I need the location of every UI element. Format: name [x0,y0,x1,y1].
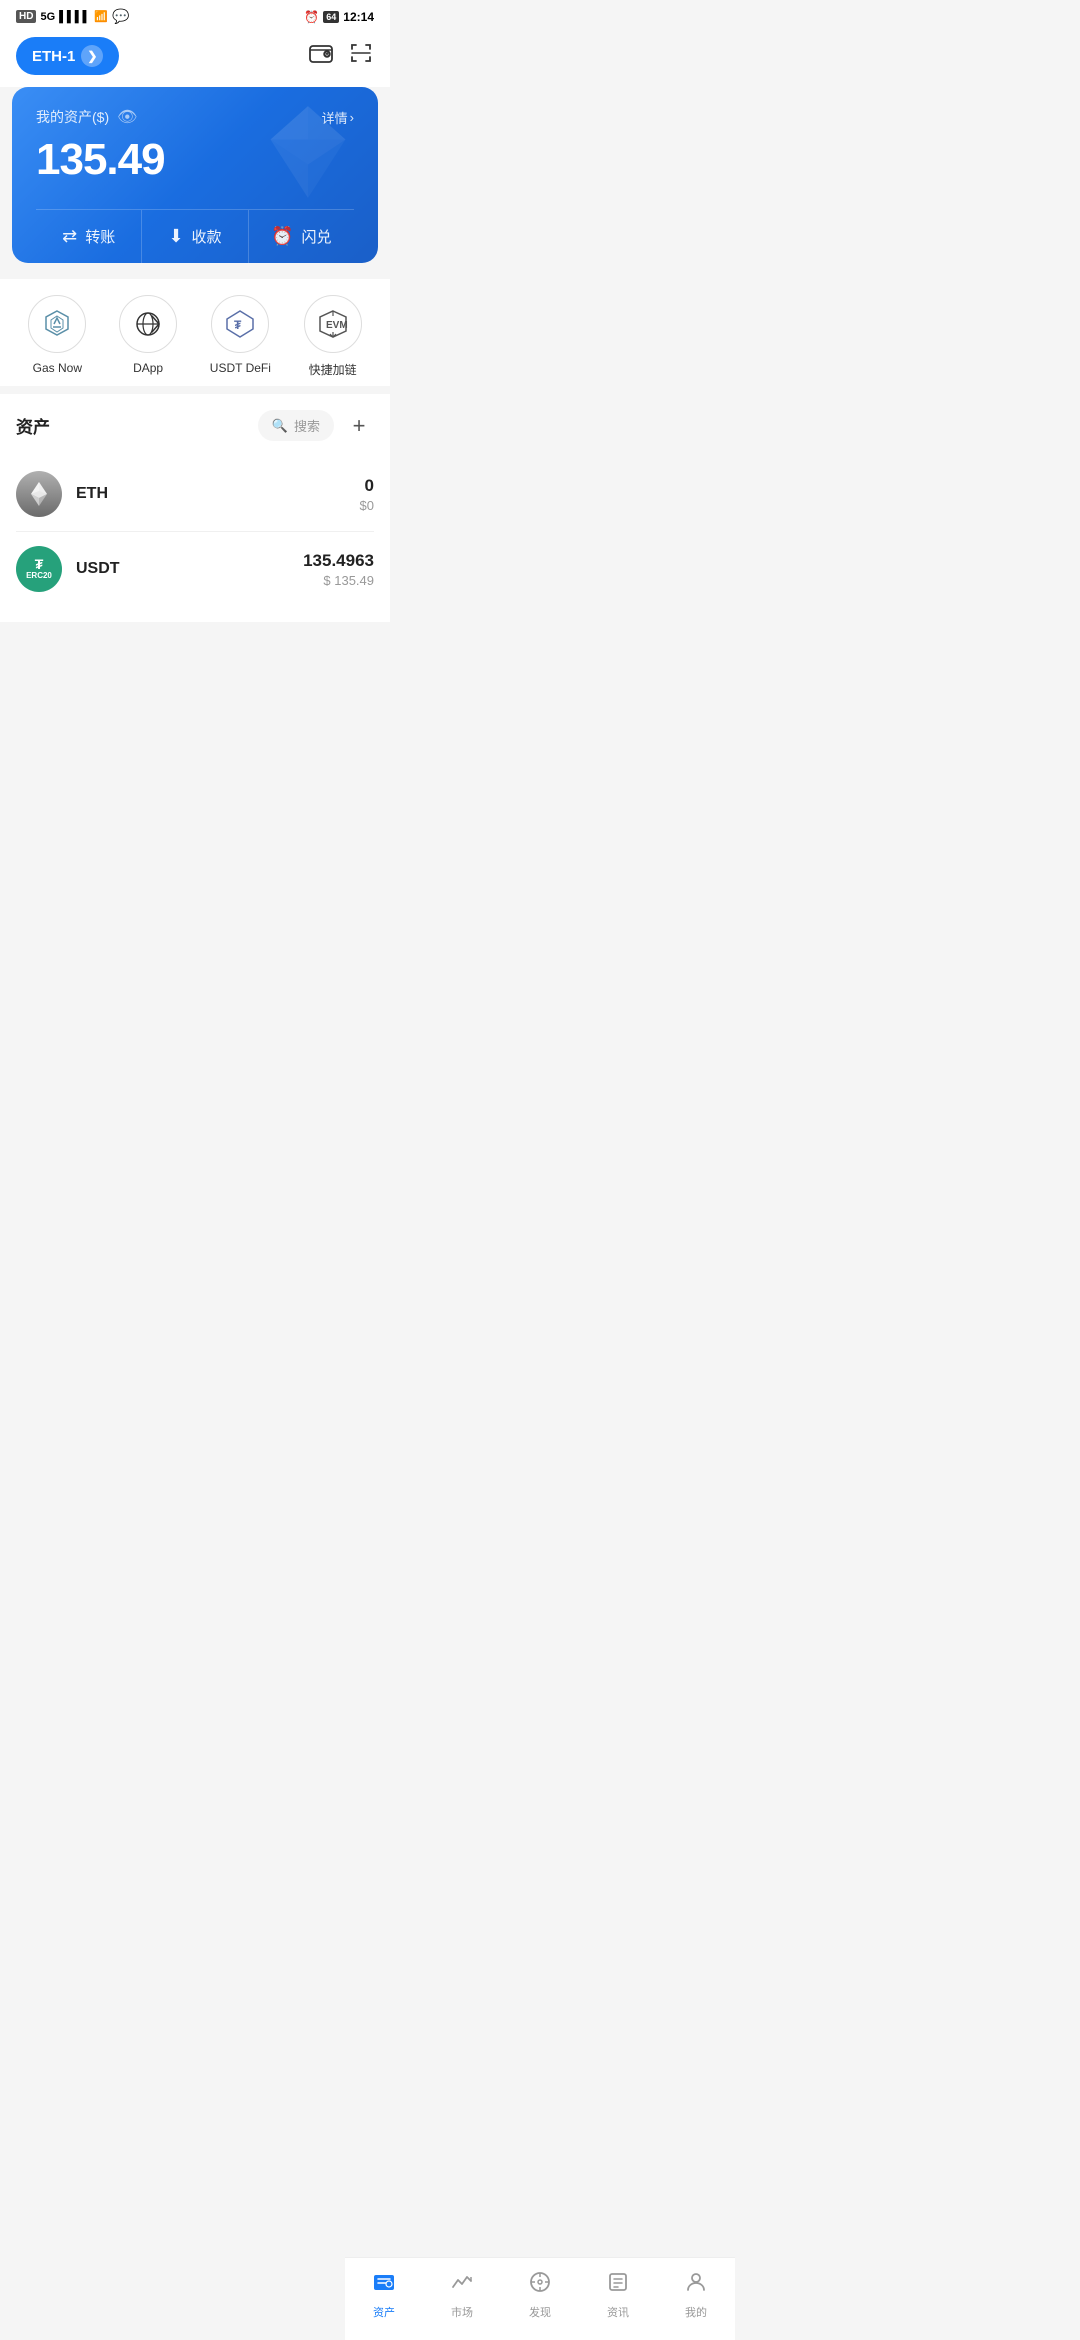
wifi-icon: 📶 [94,10,108,23]
network-selector[interactable]: ETH-1 ❯ [16,37,119,75]
news-nav-icon [606,2270,630,2300]
flash-swap-button[interactable]: ⏰ 闪兑 [249,210,354,263]
news-nav-label: 资讯 [607,2304,629,2320]
usdt-usd: $ 135.49 [303,573,374,588]
quick-item-quick-chain[interactable]: EVM 快捷加链 [304,295,362,378]
gas-now-icon-wrap [28,295,86,353]
svg-text:+: + [326,52,330,58]
signal-bars: ▌▌▌▌ [59,11,90,23]
bottom-nav: 资产 市场 发现 [345,2257,735,2340]
eye-icon[interactable]: 👁 [117,107,137,127]
receive-button[interactable]: ⬇ 收款 [142,210,248,263]
eth-logo [16,471,62,517]
usdt-amount: 135.4963 $ 135.49 [303,551,374,588]
nav-item-assets[interactable]: 资产 [360,2266,408,2324]
usdt-name: USDT [76,560,120,578]
assets-title: 资产 [16,413,50,438]
usdt-defi-icon-wrap: ₮ [211,295,269,353]
status-bar: HD 5G ▌▌▌▌ 📶 💬 ⏰ 64 12:14 [0,0,390,29]
scan-icon[interactable] [348,40,374,72]
nav-item-market[interactable]: 市场 [438,2266,486,2324]
hd-label: HD [16,10,36,23]
asset-item-usdt[interactable]: ₮ ERC20 USDT 135.4963 $ 135.49 [16,532,374,606]
discover-nav-label: 发现 [529,2304,551,2320]
search-placeholder: 搜索 [294,416,320,435]
search-icon: 🔍 [272,418,288,434]
nav-item-discover[interactable]: 发现 [516,2266,564,2324]
asset-item-eth[interactable]: ETH 0 $0 [16,457,374,532]
quick-chain-label: 快捷加链 [309,361,357,378]
flash-icon: ⏰ [271,226,293,247]
profile-nav-icon [684,2270,708,2300]
add-asset-button[interactable]: + [344,411,374,441]
search-bar[interactable]: 🔍 搜索 [258,410,334,441]
nav-item-news[interactable]: 资讯 [594,2266,642,2324]
balance-card: 我的资产($) 👁 详情 › 135.49 ⇄ 转账 ⬇ 收款 ⏰ 闪兑 [12,87,378,263]
assets-nav-icon [372,2270,396,2300]
transfer-button[interactable]: ⇄ 转账 [36,210,142,263]
network-label: ETH-1 [32,48,75,65]
balance-label: 我的资产($) 👁 [36,107,137,127]
dapp-label: DApp [133,361,163,375]
usdt-balance: 135.4963 [303,551,374,571]
time-display: 12:14 [343,10,374,24]
quick-access-grid: Gas Now DApp ₮ USDT DeFi EVM [0,279,390,386]
svg-text:EVM: EVM [326,320,348,331]
assets-controls: 🔍 搜索 + [258,410,374,441]
network-signal: 5G [40,11,55,23]
quick-item-usdt-defi[interactable]: ₮ USDT DeFi [210,295,271,378]
header-action-icons: + [308,40,374,72]
network-arrow: ❯ [81,45,103,67]
market-nav-icon [450,2270,474,2300]
assets-section: 资产 🔍 搜索 + ETH 0 $0 [0,394,390,622]
usdt-logo: ₮ ERC20 [16,546,62,592]
receive-icon: ⬇ [168,226,183,247]
eth-usd: $0 [360,498,374,513]
app-header: ETH-1 ❯ + [0,29,390,87]
gas-now-label: Gas Now [33,361,82,375]
wallet-add-icon[interactable]: + [308,40,334,72]
market-nav-label: 市场 [451,2304,473,2320]
profile-nav-label: 我的 [685,2304,707,2320]
alarm-icon: ⏰ [304,10,319,24]
eth-amount: 0 $0 [360,476,374,513]
battery-indicator: 64 [323,11,339,23]
quick-item-gas-now[interactable]: Gas Now [28,295,86,378]
wechat-icon: 💬 [112,8,129,25]
svg-text:₮: ₮ [234,318,242,332]
dapp-icon-wrap [119,295,177,353]
eth-name: ETH [76,485,108,503]
eth-balance: 0 [360,476,374,496]
usdt-defi-label: USDT DeFi [210,361,271,375]
discover-nav-icon [528,2270,552,2300]
status-left: HD 5G ▌▌▌▌ 📶 💬 [16,8,129,25]
assets-nav-label: 资产 [373,2304,395,2320]
assets-header: 资产 🔍 搜索 + [16,410,374,441]
nav-item-profile[interactable]: 我的 [672,2266,720,2324]
quick-item-dapp[interactable]: DApp [119,295,177,378]
action-bar: ⇄ 转账 ⬇ 收款 ⏰ 闪兑 [36,209,354,263]
quick-chain-icon-wrap: EVM [304,295,362,353]
status-right: ⏰ 64 12:14 [304,10,374,24]
transfer-icon: ⇄ [62,226,77,247]
